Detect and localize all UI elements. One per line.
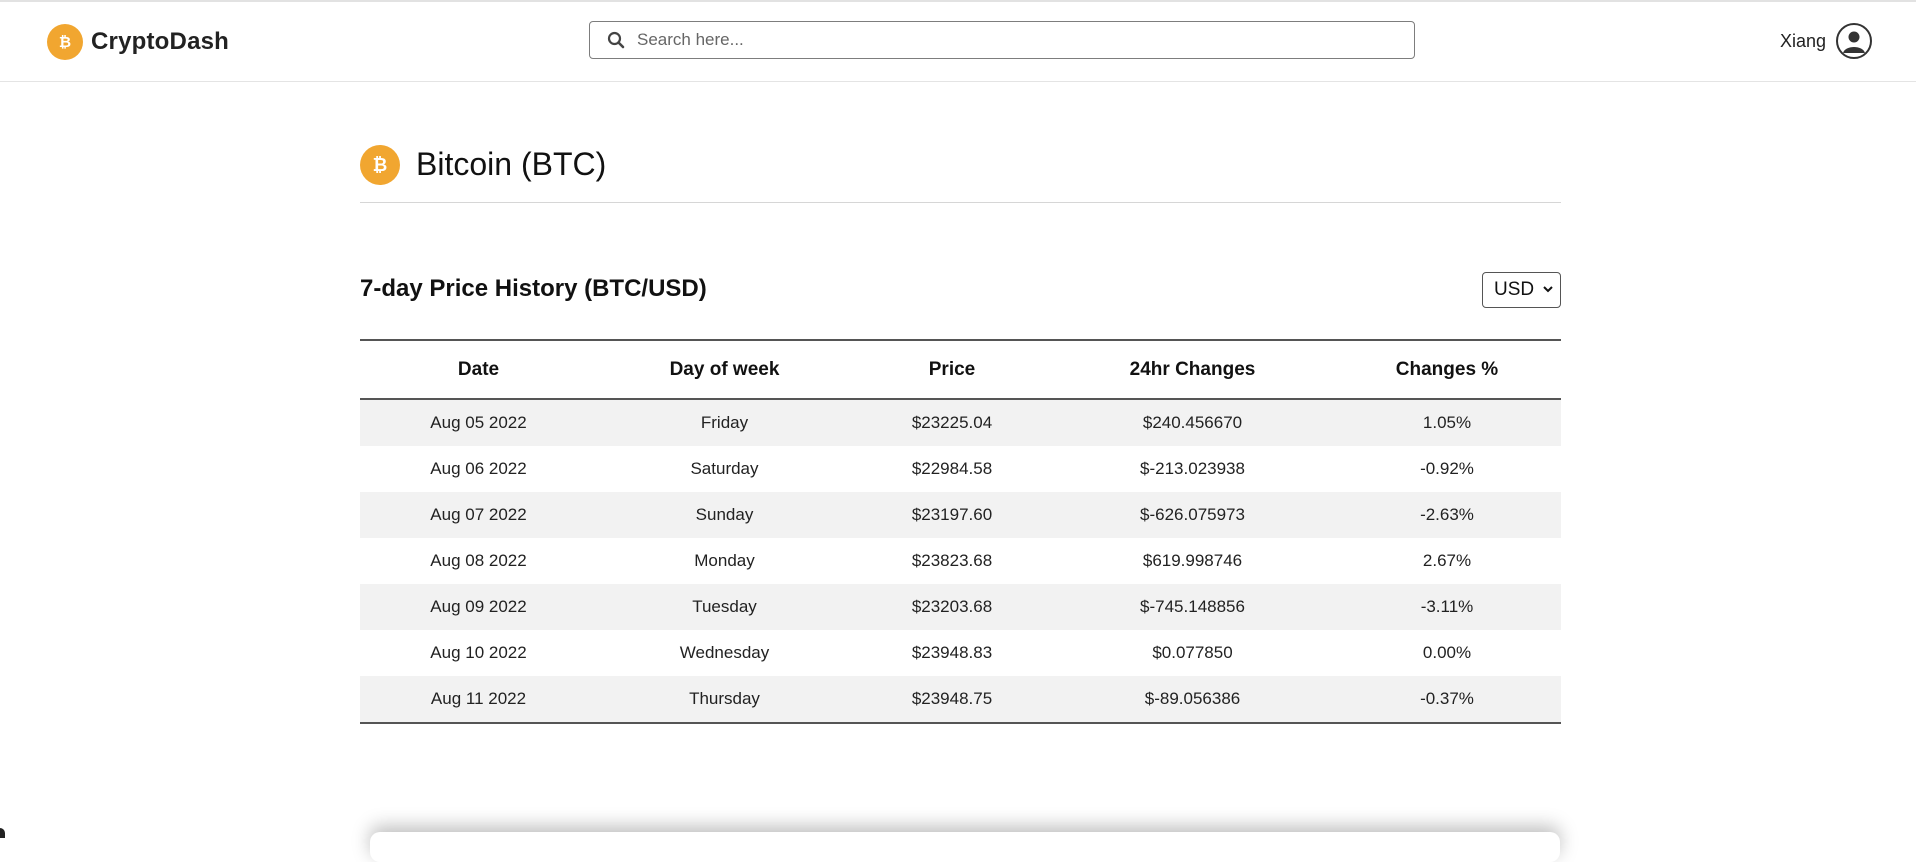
search-icon xyxy=(607,31,625,49)
cell-date: Aug 09 2022 xyxy=(430,597,527,616)
cell-date: Aug 11 2022 xyxy=(360,676,597,724)
cell-change-pct: 2.67% xyxy=(1422,551,1472,570)
bitcoin-icon: ₿ xyxy=(360,145,400,185)
cell-day: Thursday xyxy=(597,676,852,724)
column-header-date: Date xyxy=(360,339,597,400)
table-header-row: Date Day of week Price 24hr Changes Chan… xyxy=(360,339,1561,400)
cell-day: Monday xyxy=(694,551,755,570)
cell-price: $23225.04 xyxy=(911,413,993,432)
table-row: Aug 10 2022 Wednesday $23948.83 $0.077850 0.… xyxy=(360,630,1561,676)
user-avatar-icon[interactable] xyxy=(1836,23,1872,59)
cell-date: Aug 10 2022 xyxy=(430,643,527,662)
cell-24hr-change: $-213.023938 xyxy=(1140,459,1245,478)
navbar: ₿ CryptoDash Xiang xyxy=(0,2,1916,82)
column-header-24hr-change: 24hr Changes xyxy=(1052,339,1333,400)
table-row: Aug 11 2022 Thursday $23948.75 $-89.056386-… xyxy=(360,676,1561,724)
cell-24hr-change: $-626.075973 xyxy=(1140,505,1245,524)
bitcoin-icon: ₿ xyxy=(47,24,83,60)
cell-change-pct: 1.05% xyxy=(1422,413,1472,432)
table-row: Aug 08 2022 Monday $23823.68 $619.998746 2.6… xyxy=(360,538,1561,584)
cell-date: Aug 07 2022 xyxy=(430,505,527,524)
table-row: Aug 09 2022 Tuesday $23203.68 $-745.148856 -… xyxy=(360,584,1561,630)
svg-text:₿: ₿ xyxy=(373,155,388,176)
cell-day: Tuesday xyxy=(692,597,757,616)
user-menu[interactable]: Xiang xyxy=(1780,23,1872,59)
cell-change-pct: 0.00% xyxy=(1422,643,1472,662)
card-edge xyxy=(370,832,1560,862)
column-header-day: Day of week xyxy=(597,339,852,400)
cell-day: Wednesday xyxy=(679,643,770,662)
section-title: 7-day Price History (BTC/USD) xyxy=(360,275,707,302)
cell-day: Sunday xyxy=(695,505,754,524)
currency-select-value: USD xyxy=(1494,279,1535,300)
search-input[interactable] xyxy=(635,24,1414,56)
price-history-table: Date Day of week Price 24hr Changes Chan… xyxy=(360,339,1561,724)
cell-24hr-change: $240.456670 xyxy=(1142,413,1243,432)
column-header-price: Price xyxy=(852,339,1052,400)
cell-24hr-change: $619.998746 xyxy=(1142,551,1243,570)
table-body: Aug 05 2022 Friday $23225.04 $240.456670 1.0… xyxy=(360,399,1561,724)
cell-24hr-change: $-745.148856 xyxy=(1140,597,1245,616)
cell-date: Aug 08 2022 xyxy=(430,551,527,570)
search-box[interactable] xyxy=(589,21,1415,59)
page-title: Bitcoin (BTC) xyxy=(416,146,607,182)
currency-select[interactable]: USD xyxy=(1482,272,1561,308)
coin-header: ₿ Bitcoin (BTC) xyxy=(360,145,1561,203)
cell-change-pct: -0.92% xyxy=(1420,459,1474,478)
user-name: Xiang xyxy=(1779,30,1826,51)
window-corner xyxy=(0,828,5,838)
cell-price: $23203.68 xyxy=(911,597,993,616)
cell-day: Friday xyxy=(700,413,749,432)
column-header-change-pct: Changes % xyxy=(1333,339,1561,400)
brand-logo[interactable]: ₿ CryptoDash xyxy=(47,24,229,60)
cell-price: $23823.68 xyxy=(911,551,993,570)
cell-day: Saturday xyxy=(690,459,759,478)
table-row: Aug 06 2022 Saturday $22984.58 $-213.023938… xyxy=(360,446,1561,492)
table-row: Aug 07 2022 Sunday $23197.60 $-626.075973 -2… xyxy=(360,492,1561,538)
cell-change-pct: -2.63% xyxy=(1420,505,1474,524)
cell-date: Aug 06 2022 xyxy=(430,459,527,478)
cell-price: $23948.83 xyxy=(911,643,993,662)
table-row: Aug 05 2022 Friday $23225.04 $240.456670 1.0… xyxy=(360,399,1561,446)
cell-price: $22984.58 xyxy=(911,459,993,478)
cell-24hr-change: $-89.056386 xyxy=(1052,676,1333,724)
cell-price: $23948.75 xyxy=(852,676,1052,724)
cell-price: $23197.60 xyxy=(911,505,993,524)
cell-change-pct: -0.37% xyxy=(1333,676,1561,724)
chevron-down-icon xyxy=(1542,279,1554,301)
cell-date: Aug 05 2022 xyxy=(430,413,527,432)
brand-name: CryptoDash xyxy=(91,28,230,55)
svg-text:₿: ₿ xyxy=(59,33,71,51)
cell-change-pct: -3.11% xyxy=(1420,597,1474,616)
cell-24hr-change: $0.077850 xyxy=(1152,643,1233,662)
